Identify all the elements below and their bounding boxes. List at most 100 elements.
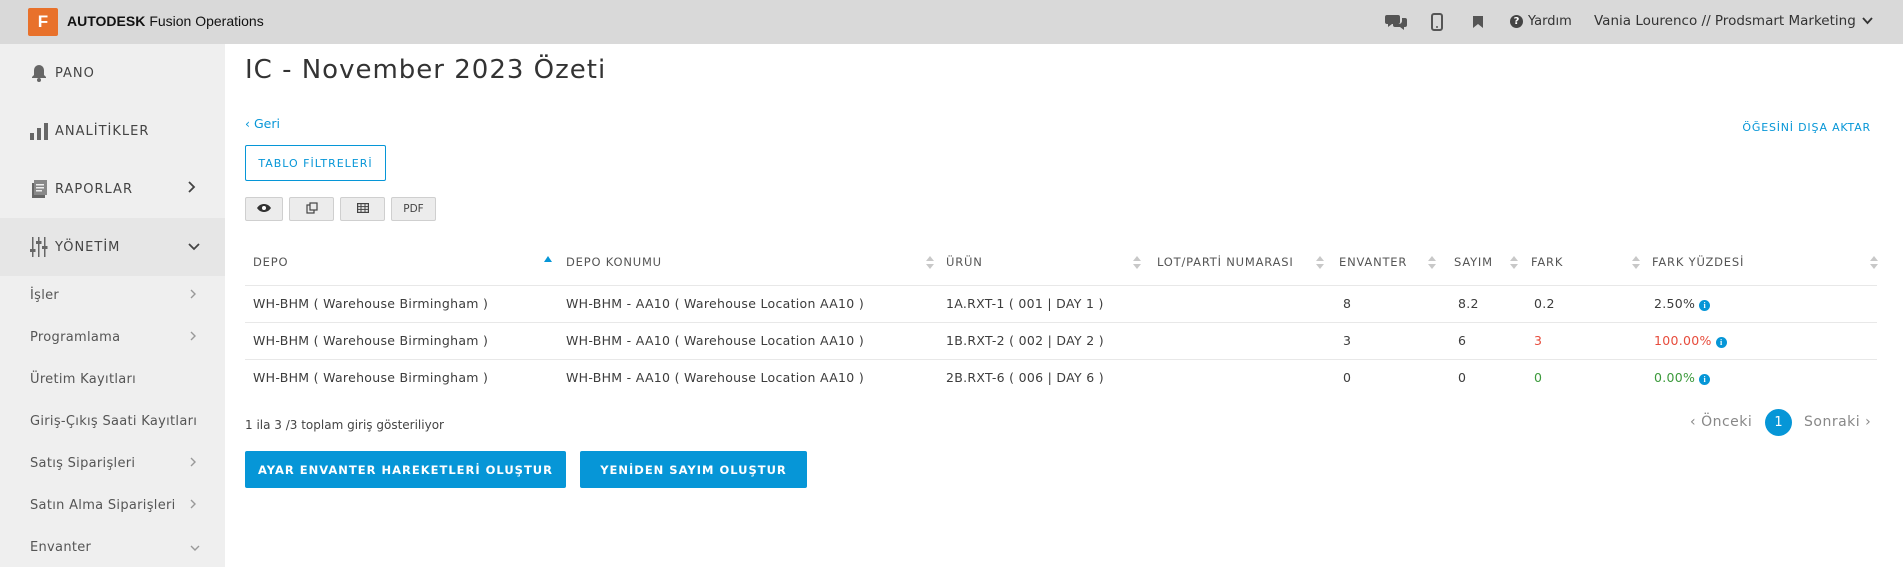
create-adjustment-movements-button[interactable]: AYAR ENVANTER HAREKETLERİ OLUŞTUR — [245, 451, 566, 488]
cell-fark-yuzdesi: 0.00% i — [1654, 370, 1711, 385]
cell-urun: 1B.RXT-2 ( 002 | DAY 2 ) — [946, 333, 1104, 348]
csv-export-button[interactable] — [340, 197, 385, 221]
info-icon[interactable]: i — [1699, 374, 1711, 385]
sidebar-item-envanter[interactable]: Envanter — [0, 526, 225, 567]
sidebar-item-label: Üretim Kayıtları — [30, 371, 137, 387]
cell-depo: WH-BHM ( Warehouse Birmingham ) — [253, 370, 489, 385]
next-label: Sonraki — [1804, 414, 1861, 430]
sidebar-item-isler[interactable]: İşler — [0, 274, 225, 316]
cell-fark-yuzdesi: 100.00% i — [1654, 333, 1727, 348]
sort-icon — [926, 254, 934, 270]
copy-icon — [305, 201, 318, 217]
fusion-logo[interactable]: F — [28, 8, 58, 36]
chevron-right-icon: › — [1860, 414, 1872, 430]
chevron-right-icon — [190, 499, 196, 512]
header-divider — [245, 285, 1877, 286]
table-summary: 1 ila 3 /3 toplam giriş gösteriliyor — [245, 418, 444, 432]
bookmark-icon[interactable] — [1466, 10, 1490, 34]
column-header-depo[interactable]: DEPO — [253, 255, 288, 271]
sidebar-item-yonetim[interactable]: YÖNETİM — [0, 218, 225, 276]
column-header-lot[interactable]: LOT/PARTİ NUMARASI — [1157, 255, 1294, 271]
top-bar: F AUTODESK Fusion Operations ? Yardım Van… — [0, 0, 1903, 44]
brand-bold: AUTODESK — [67, 13, 146, 29]
sidebar-item-label: Satın Alma Siparişleri — [30, 497, 176, 513]
sliders-icon — [28, 236, 50, 258]
sort-icon — [1510, 254, 1518, 270]
column-header-fark-yuzdesi[interactable]: FARK YÜZDESİ — [1652, 255, 1744, 271]
create-recount-button[interactable]: YENİDEN SAYIM OLUŞTUR — [580, 451, 807, 488]
sidebar-item-label: İşler — [30, 287, 60, 303]
pagination-current[interactable]: 1 — [1765, 409, 1792, 436]
back-label: Geri — [253, 116, 280, 131]
page-title: IC - November 2023 Özeti — [245, 55, 607, 85]
chevron-left-icon: ‹ — [245, 116, 254, 131]
eye-icon — [256, 203, 272, 216]
sort-icon — [1316, 254, 1324, 270]
pagination-next[interactable]: Sonraki › — [1804, 414, 1871, 430]
sidebar-item-label: ANALİTİKLER — [55, 123, 150, 139]
mobile-icon[interactable] — [1425, 10, 1449, 34]
table-icon — [356, 202, 369, 216]
cell-envanter: 3 — [1343, 333, 1352, 348]
percent-value: 2.50% — [1654, 296, 1696, 311]
pdf-export-button[interactable]: PDF — [391, 197, 436, 221]
chat-icon[interactable] — [1384, 10, 1408, 34]
sidebar-item-analitikler[interactable]: ANALİTİKLER — [0, 102, 225, 160]
row-divider — [245, 359, 1877, 360]
cell-envanter: 8 — [1343, 296, 1352, 311]
help-icon: ? — [1510, 15, 1523, 28]
column-header-envanter[interactable]: ENVANTER — [1339, 255, 1407, 271]
chevron-right-icon — [188, 181, 196, 197]
column-header-fark[interactable]: FARK — [1531, 255, 1563, 271]
table-filters-button[interactable]: TABLO FİLTRELERİ — [245, 145, 386, 181]
user-label: Vania Lourenco // Prodsmart Marketing — [1594, 13, 1856, 29]
cell-fark-yuzdesi: 2.50% i — [1654, 296, 1711, 311]
sidebar-item-satis-siparisleri[interactable]: Satış Siparişleri — [0, 442, 225, 484]
percent-value: 100.00% — [1654, 333, 1712, 348]
user-menu[interactable]: Vania Lourenco // Prodsmart Marketing — [1594, 13, 1873, 29]
sidebar-item-programlama[interactable]: Programlama — [0, 316, 225, 358]
sort-icon — [1428, 254, 1436, 270]
info-icon[interactable]: i — [1715, 337, 1727, 348]
sidebar-item-label: RAPORLAR — [55, 181, 133, 197]
report-icon — [28, 178, 50, 200]
pagination-prev[interactable]: ‹ Önceki — [1690, 414, 1752, 430]
cell-depo: WH-BHM ( Warehouse Birmingham ) — [253, 296, 489, 311]
column-header-urun[interactable]: ÜRÜN — [946, 255, 983, 271]
help-link[interactable]: ? Yardım — [1510, 14, 1572, 29]
info-icon[interactable]: i — [1699, 300, 1711, 311]
sidebar-item-satin-alma[interactable]: Satın Alma Siparişleri — [0, 484, 225, 526]
sidebar-item-uretim-kayitlari[interactable]: Üretim Kayıtları — [0, 358, 225, 400]
sidebar-item-pano[interactable]: PANO — [0, 44, 225, 102]
chevron-right-icon — [190, 289, 196, 302]
column-header-sayim[interactable]: SAYIM — [1454, 255, 1493, 271]
sidebar-item-label: YÖNETİM — [55, 239, 121, 255]
cell-sayim: 8.2 — [1458, 296, 1479, 311]
cell-urun: 2B.RXT-6 ( 006 | DAY 6 ) — [946, 370, 1104, 385]
row-divider — [245, 322, 1877, 323]
cell-depo-konumu: WH-BHM - AA10 ( Warehouse Location AA10 … — [566, 296, 865, 311]
sidebar-item-label: Giriş-Çıkış Saati Kayıtları — [30, 413, 198, 429]
chevron-left-icon: ‹ — [1690, 414, 1702, 430]
export-link[interactable]: ÖĞESİNİ DIŞA AKTAR — [1742, 121, 1871, 134]
column-header-depo-konumu[interactable]: DEPO KONUMU — [566, 255, 662, 271]
bar-chart-icon — [28, 120, 50, 142]
cell-depo-konumu: WH-BHM - AA10 ( Warehouse Location AA10 … — [566, 370, 865, 385]
sidebar-item-raporlar[interactable]: RAPORLAR — [0, 160, 225, 218]
sort-icon — [1632, 254, 1640, 270]
chevron-down-icon — [1862, 13, 1873, 29]
chevron-down-icon — [188, 239, 200, 255]
bell-icon — [28, 62, 50, 84]
sort-icon — [1870, 254, 1878, 270]
sidebar-item-giris-cikis[interactable]: Giriş-Çıkış Saati Kayıtları — [0, 400, 225, 442]
cell-depo: WH-BHM ( Warehouse Birmingham ) — [253, 333, 489, 348]
column-visibility-button[interactable] — [245, 197, 283, 221]
chevron-right-icon — [190, 331, 196, 344]
sidebar-item-label: Satış Siparişleri — [30, 455, 136, 471]
sort-asc-icon — [544, 256, 552, 262]
cell-sayim: 0 — [1458, 370, 1467, 385]
back-link[interactable]: ‹ Geri — [245, 116, 280, 131]
chevron-right-icon — [190, 457, 196, 470]
prev-label: Önceki — [1701, 414, 1753, 430]
copy-button[interactable] — [289, 197, 334, 221]
